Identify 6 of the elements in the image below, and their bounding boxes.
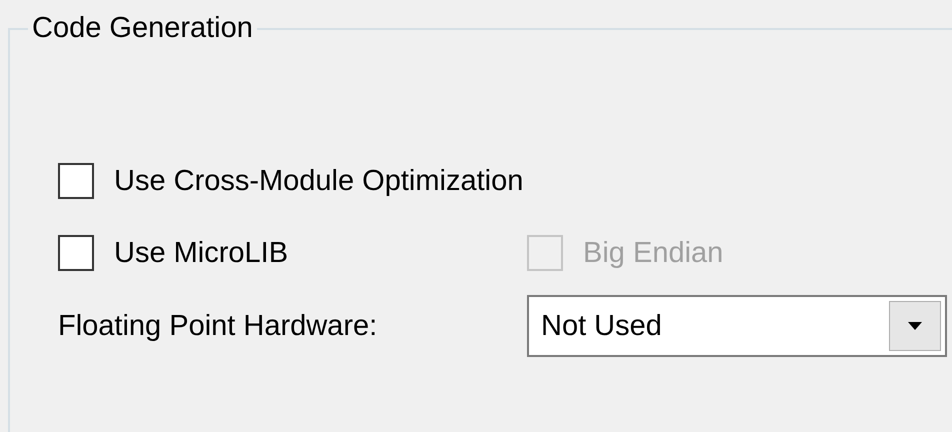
checkbox-option[interactable]: Use Cross-Module Optimization <box>58 163 527 199</box>
dropdown-button[interactable] <box>889 301 941 351</box>
checkbox-option[interactable]: Use MicroLIB <box>58 235 527 271</box>
field-label: Floating Point Hardware: <box>58 310 378 342</box>
dropdown-field[interactable]: Not Used <box>527 295 947 357</box>
caret-icon <box>908 322 922 330</box>
